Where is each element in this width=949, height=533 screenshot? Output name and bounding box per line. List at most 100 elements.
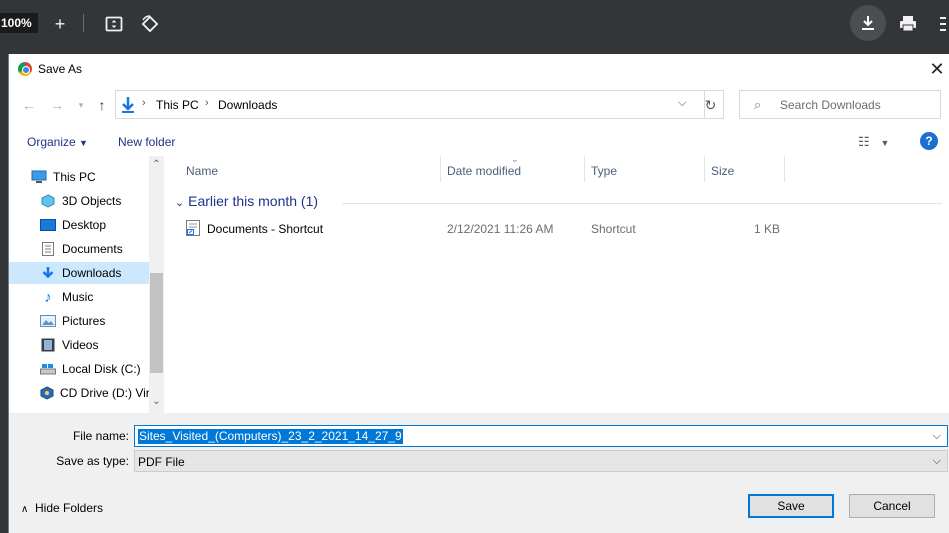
address-bar[interactable]: › This PC › Downloads ⌵ (115, 90, 705, 119)
navigation-row: ← → ▾ ↑ › This PC › Downloads ⌵ ↻ ⌕ Sear… (9, 90, 949, 120)
save-as-type-label: Save as type: (56, 454, 129, 468)
computer-icon (31, 170, 47, 184)
file-name: Documents - Shortcut (207, 222, 324, 236)
breadcrumb-downloads[interactable]: Downloads (218, 98, 277, 112)
fit-page-icon[interactable] (102, 12, 126, 36)
tree-item-label: Music (62, 290, 94, 304)
forward-button[interactable]: → (47, 95, 67, 115)
tree-item-label: Downloads (62, 266, 122, 280)
new-folder-button[interactable]: New folder (118, 135, 175, 149)
search-placeholder: Search Downloads (780, 98, 881, 112)
help-button[interactable]: ? (920, 132, 938, 150)
tree-item-label: CD Drive (D:) Vir (60, 386, 150, 400)
navigation-pane: This PC 3D Objects Desktop Documents Dow… (9, 156, 164, 413)
save-as-type-value: PDF File (138, 455, 185, 469)
cancel-button[interactable]: Cancel (849, 494, 935, 518)
breadcrumb-separator-icon: › (205, 97, 209, 109)
save-options-panel: File name: Sites_Visited_(Computers)_23_… (9, 413, 949, 533)
pictures-icon (40, 314, 56, 328)
breadcrumb-this-pc[interactable]: This PC (156, 98, 199, 112)
search-input[interactable]: ⌕ Search Downloads (739, 90, 941, 119)
column-header-name[interactable]: Name (186, 164, 218, 178)
scrollbar-thumb[interactable] (150, 273, 163, 373)
chevron-down-icon[interactable]: ⌵ (678, 97, 686, 110)
hide-folders-label: Hide Folders (35, 501, 104, 515)
dialog-title: Save As (38, 62, 83, 76)
desktop-icon (40, 218, 56, 232)
videos-icon (40, 338, 56, 352)
file-date-modified: 2/12/2021 11:26 AM (447, 222, 554, 236)
refresh-button[interactable]: ↻ (698, 90, 724, 119)
chevron-down-icon[interactable]: ⌵ (933, 430, 941, 443)
file-name-field[interactable]: Sites_Visited_(Computers)_23_2_2021_14_2… (134, 425, 948, 447)
shortcut-file-icon (186, 220, 200, 239)
search-icon: ⌕ (754, 97, 762, 112)
recent-locations-button[interactable]: ▾ (71, 95, 91, 115)
column-divider[interactable] (784, 156, 785, 182)
column-header-size[interactable]: Size (711, 164, 734, 178)
file-name-value: Sites_Visited_(Computers)_23_2_2021_14_2… (138, 429, 403, 444)
organize-menu[interactable]: Organize ▼ (27, 135, 88, 149)
details-view-icon: ☷ (858, 134, 870, 149)
tree-item-label: Pictures (62, 314, 106, 328)
chevron-down-icon: ▼ (880, 138, 890, 148)
rotate-icon[interactable] (138, 12, 162, 36)
close-button[interactable]: ✕ (925, 57, 949, 81)
file-size: 1 KB (754, 222, 781, 236)
dialog-titlebar: Save As ✕ (9, 54, 949, 84)
tree-item-desktop[interactable]: Desktop (9, 214, 149, 236)
tree-item-this-pc[interactable]: This PC (9, 166, 149, 188)
file-row[interactable]: Documents - Shortcut 2/12/2021 11:26 AM … (164, 218, 949, 238)
hide-folders-button[interactable]: ∧ Hide Folders (21, 501, 103, 515)
tree-item-label: Local Disk (C:) (62, 362, 141, 376)
tree-item-3d-objects[interactable]: 3D Objects (9, 190, 149, 212)
tree-item-documents[interactable]: Documents (9, 238, 149, 260)
group-header[interactable]: ⌄ Earlier this month (1) (175, 193, 318, 209)
save-as-dialog: Save As ✕ ← → ▾ ↑ › This PC › Downloads … (8, 54, 949, 533)
pdf-viewer-toolbar: 100% + (0, 0, 949, 54)
tree-item-music[interactable]: ♪ Music (9, 286, 149, 308)
column-divider[interactable] (704, 156, 705, 182)
plus-icon[interactable]: + (48, 12, 72, 36)
file-list: Name ⌄ Date modified Type Size ⌄ Earlier… (164, 154, 949, 413)
column-header-type[interactable]: Type (591, 164, 617, 178)
tree-item-label: 3D Objects (62, 194, 122, 208)
tree-item-label: Videos (62, 338, 99, 352)
downloads-icon (40, 266, 56, 280)
tree-item-label: Desktop (62, 218, 107, 232)
disk-icon (40, 362, 56, 376)
file-type: Shortcut (591, 222, 636, 236)
tree-item-pictures[interactable]: Pictures (9, 310, 149, 332)
tree-item-local-disk[interactable]: Local Disk (C:) (9, 358, 149, 380)
group-divider (342, 203, 942, 204)
view-options-button[interactable]: ☷ ▼ (858, 134, 889, 150)
back-button[interactable]: ← (19, 95, 39, 115)
tree-item-cd-drive[interactable]: CD Drive (D:) Vir (9, 382, 150, 404)
download-button[interactable] (850, 5, 886, 41)
print-icon[interactable] (896, 12, 920, 36)
zoom-level[interactable]: 100% (0, 13, 38, 33)
column-divider[interactable] (440, 156, 441, 182)
save-as-type-select[interactable]: PDF File ⌵ (134, 450, 948, 472)
command-bar: Organize ▼ New folder ☷ ▼ ? (9, 128, 949, 156)
scroll-down-icon[interactable]: ⌄ (151, 396, 162, 407)
column-divider[interactable] (584, 156, 585, 182)
chrome-icon (18, 62, 32, 76)
download-location-icon (122, 97, 134, 113)
tree-item-downloads[interactable]: Downloads (9, 262, 149, 284)
tree-item-videos[interactable]: Videos (9, 334, 149, 356)
column-header-date-modified[interactable]: Date modified (447, 164, 521, 178)
more-icon[interactable] (936, 12, 949, 36)
toolbar-divider (83, 14, 84, 32)
file-name-label: File name: (72, 429, 129, 443)
cd-drive-icon (40, 386, 54, 400)
breadcrumb-separator-icon: › (142, 97, 146, 109)
tree-item-label: This PC (53, 170, 96, 184)
3d-objects-icon (40, 194, 56, 208)
save-button[interactable]: Save (748, 494, 834, 518)
scroll-up-icon[interactable]: ⌃ (151, 159, 162, 170)
up-button[interactable]: ↑ (92, 95, 112, 115)
tree-item-label: Documents (62, 242, 123, 256)
navigation-pane-scrollbar[interactable]: ⌃ ⌄ (149, 156, 164, 413)
chevron-down-icon: ▼ (79, 138, 88, 148)
